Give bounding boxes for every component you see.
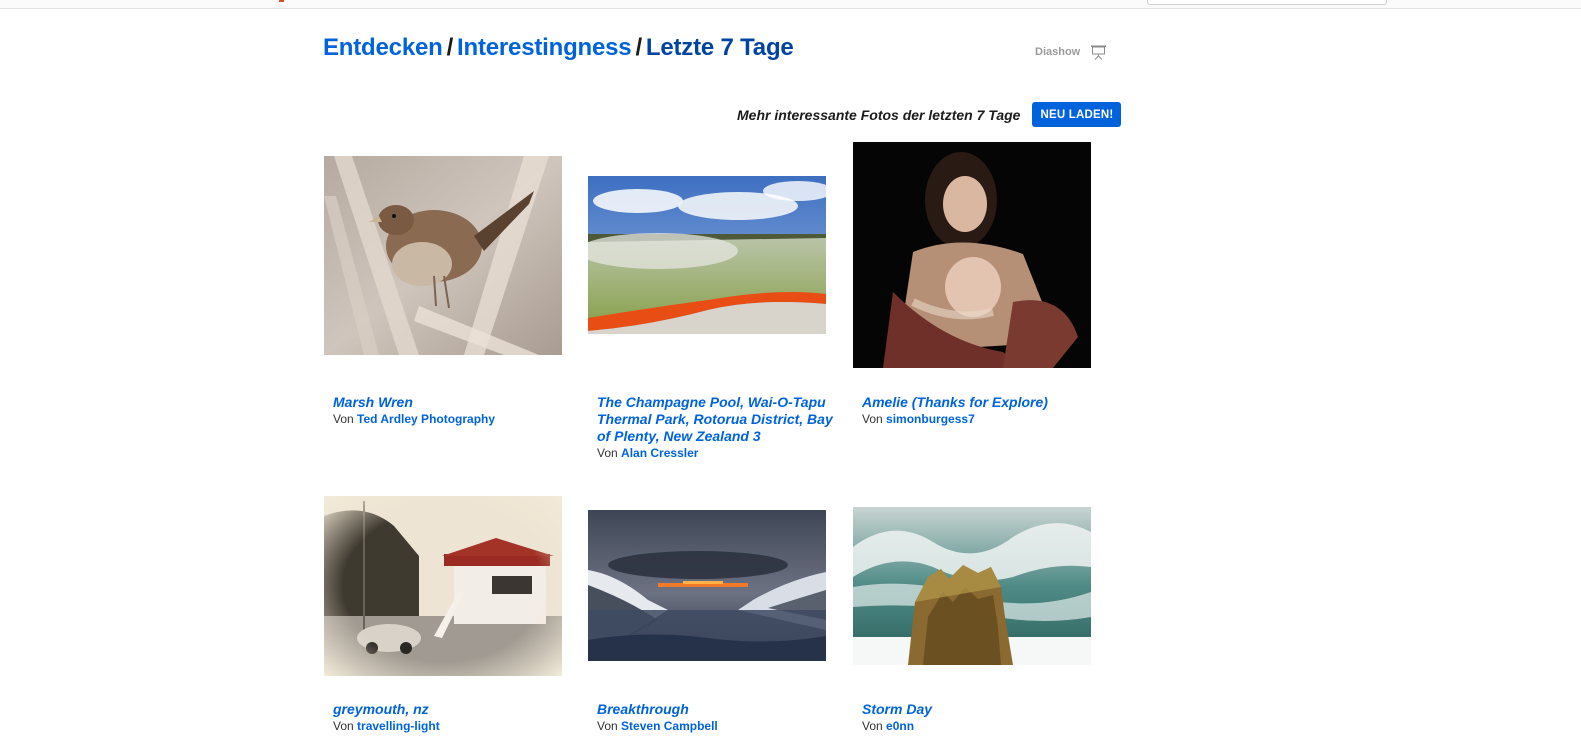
photo-author-line: Von travelling-light [333,718,578,734]
photo-author-link[interactable]: Alan Cressler [621,446,698,460]
photo-thumbnail[interactable] [853,507,1091,665]
breadcrumb-separator: / [446,34,454,61]
photo-author-line: Von e0nn [862,718,1107,734]
photo-author-link[interactable]: Ted Ardley Photography [357,412,495,426]
photo-author-link[interactable]: simonburgess7 [886,412,975,426]
brand-mark [279,0,284,2]
photo-thumbnail[interactable] [588,176,826,334]
by-prefix: Von [862,412,883,426]
photo-title-link[interactable]: Breakthrough [597,701,842,718]
photo-author-line: Von Alan Cressler [597,445,842,461]
photo-caption: greymouth, nz Von travelling-light [333,701,578,734]
photo-image [853,507,1091,665]
photo-caption: Breakthrough Von Steven Campbell [597,701,842,734]
photo-thumbnail[interactable] [324,156,562,355]
photo-image [324,496,562,676]
by-prefix: Von [333,412,354,426]
photo-author-link[interactable]: travelling-light [357,719,440,733]
photo-title-link[interactable]: Storm Day [862,701,1107,718]
photo-author-line: Von simonburgess7 [862,411,1107,427]
by-prefix: Von [862,719,883,733]
reload-button[interactable]: NEU LADEN! [1032,102,1122,127]
photo-author-link[interactable]: e0nn [886,719,914,733]
photo-image [588,176,826,334]
breadcrumb-separator: / [635,34,642,61]
by-prefix: Von [333,719,354,733]
photo-caption: The Champagne Pool, Wai-O-Tapu Thermal P… [597,394,842,461]
photo-thumbnail[interactable] [324,496,562,676]
photo-caption: Amelie (Thanks for Explore) Von simonbur… [862,394,1107,427]
photo-title-link[interactable]: Amelie (Thanks for Explore) [862,394,1107,411]
photo-image [324,156,562,355]
photo-author-link[interactable]: Steven Campbell [621,719,718,733]
reload-description: Mehr interessante Fotos der letzten 7 Ta… [737,106,1021,123]
search-input[interactable] [1147,0,1387,5]
top-navigation-bar [0,0,1581,9]
photo-caption: Storm Day Von e0nn [862,701,1107,734]
photo-thumbnail[interactable] [588,510,826,661]
photo-image [588,510,826,661]
breadcrumb: Entdecken / Interestingness / Letzte 7 Tage [323,34,794,62]
slideshow-label: Diashow [1035,46,1081,58]
photo-title-link[interactable]: Marsh Wren [333,394,578,411]
photo-thumbnail[interactable] [853,142,1091,368]
by-prefix: Von [597,446,618,460]
photo-title-link[interactable]: The Champagne Pool, Wai-O-Tapu Thermal P… [597,394,842,445]
by-prefix: Von [597,719,618,733]
photo-author-line: Von Steven Campbell [597,718,842,734]
photo-image [853,142,1091,368]
slideshow-button[interactable]: Diashow [1035,44,1107,60]
reload-bar: Mehr interessante Fotos der letzten 7 Ta… [737,102,1122,127]
photo-caption: Marsh Wren Von Ted Ardley Photography [333,394,578,427]
slideshow-icon [1091,45,1107,60]
photo-author-line: Von Ted Ardley Photography [333,411,578,427]
page-title: Letzte 7 Tage [645,34,794,61]
photo-title-link[interactable]: greymouth, nz [333,701,578,718]
breadcrumb-interestingness-link[interactable]: Interestingness [457,34,632,61]
breadcrumb-explore-link[interactable]: Entdecken [323,34,443,61]
